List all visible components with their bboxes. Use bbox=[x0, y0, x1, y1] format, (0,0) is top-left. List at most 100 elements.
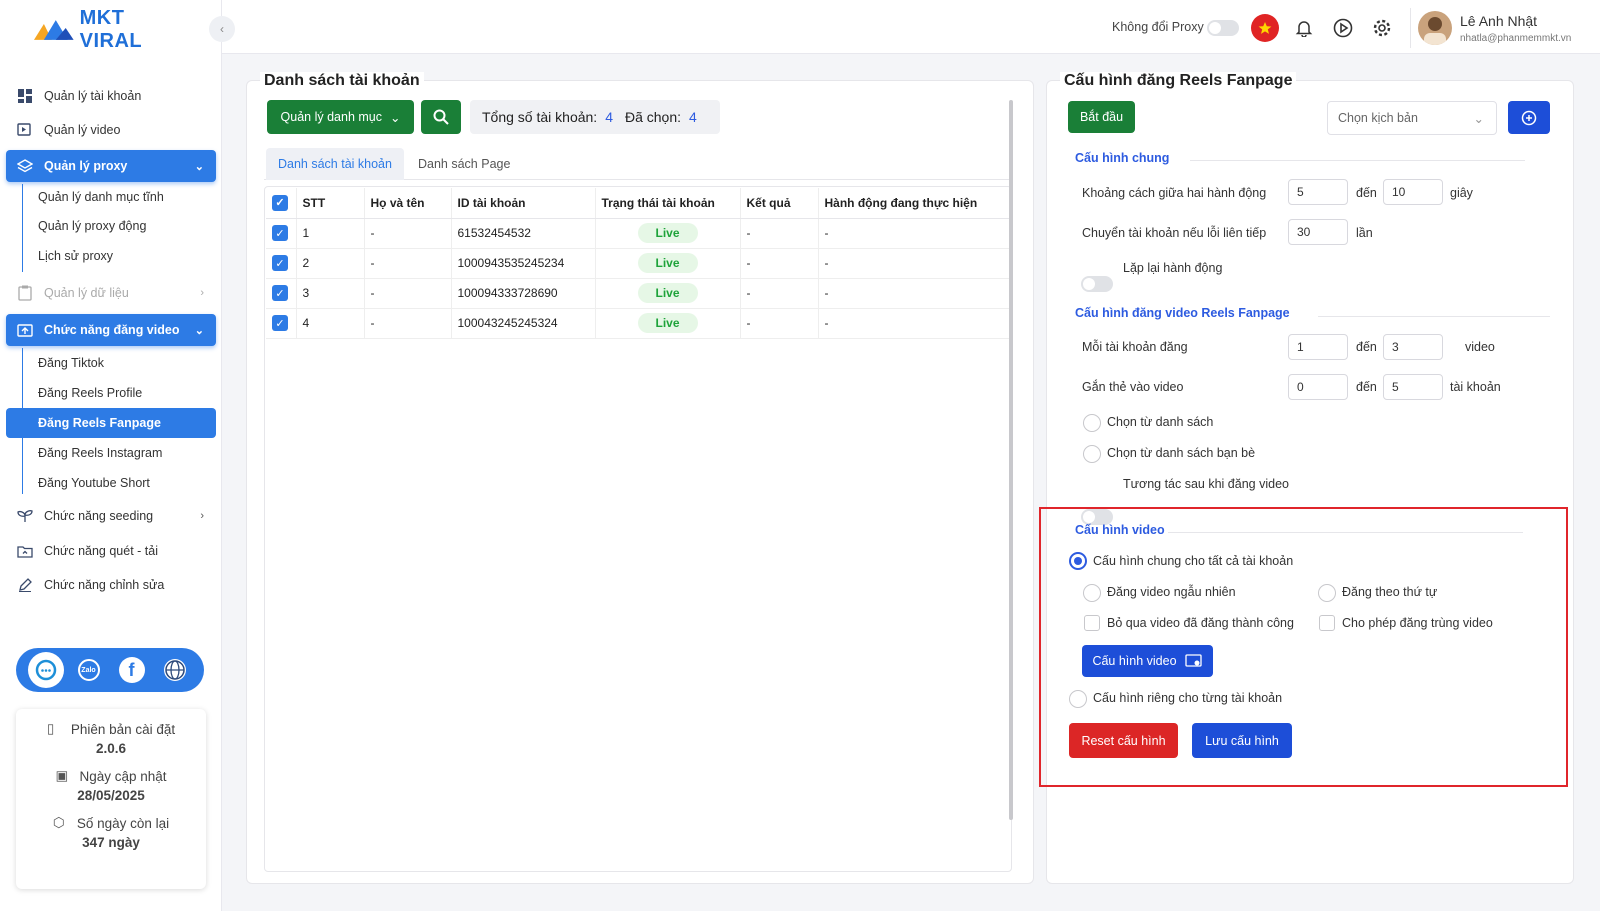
per-account-to-input[interactable] bbox=[1383, 334, 1443, 360]
row-checkbox[interactable]: ✓ bbox=[272, 315, 288, 331]
video-settings-icon bbox=[16, 121, 34, 139]
version-label: Phiên bản cài đặt bbox=[70, 721, 176, 737]
sidebar-item-accounts[interactable]: Quản lý tài khoản bbox=[6, 80, 216, 112]
select-all-checkbox[interactable]: ✓ bbox=[272, 194, 288, 211]
per-account-from-input[interactable] bbox=[1288, 334, 1348, 360]
cell-id: 61532454532 bbox=[451, 218, 596, 249]
skip-checkbox[interactable] bbox=[1084, 615, 1100, 631]
from-list-radio[interactable] bbox=[1083, 414, 1101, 432]
start-button[interactable]: Bắt đầu bbox=[1068, 101, 1135, 133]
switch-account-input[interactable] bbox=[1288, 219, 1348, 245]
zalo-icon[interactable]: Zalo bbox=[71, 652, 107, 688]
cell-id: 100043245245324 bbox=[451, 308, 596, 339]
script-select[interactable]: Chọn kịch bản ⌄ bbox=[1327, 101, 1497, 135]
all-accounts-radio[interactable] bbox=[1069, 552, 1087, 570]
column-header[interactable]: ID tài khoản bbox=[451, 188, 596, 219]
avatar[interactable] bbox=[1418, 11, 1452, 45]
bell-icon[interactable] bbox=[1290, 14, 1318, 42]
status-badge: Live bbox=[637, 283, 698, 303]
sidebar-item-label: Đăng Reels Instagram bbox=[38, 446, 163, 460]
sidebar-item-post-video[interactable]: Chức năng đăng video ⌄ bbox=[6, 314, 216, 346]
column-header[interactable]: Kết quả bbox=[740, 188, 819, 219]
vietnam-flag-icon[interactable] bbox=[1251, 14, 1279, 42]
column-header[interactable]: Hành động đang thực hiện bbox=[818, 188, 1010, 219]
status-badge: Live bbox=[637, 253, 698, 273]
collapse-sidebar-button[interactable]: ‹ bbox=[209, 16, 235, 42]
button-label: Lưu cấu hình bbox=[1205, 733, 1279, 748]
delay-to-input[interactable] bbox=[1383, 179, 1443, 205]
order-label: Đăng theo thứ tự bbox=[1342, 585, 1438, 599]
vertical-scrollbar[interactable] bbox=[1009, 100, 1013, 820]
sidebar-item-videos[interactable]: Quản lý video bbox=[6, 114, 216, 146]
add-script-button[interactable] bbox=[1508, 101, 1550, 134]
cell-action: - bbox=[818, 218, 1010, 249]
tab-account-list[interactable]: Danh sách tài khoản bbox=[266, 148, 404, 180]
sidebar-item-scan-download[interactable]: Chức năng quét - tải bbox=[6, 535, 216, 567]
cell-id: 1000943535245234 bbox=[451, 248, 596, 279]
sidebar-item-static-category[interactable]: Quản lý danh mục tĩnh bbox=[6, 182, 216, 212]
button-label: Reset cấu hình bbox=[1081, 733, 1166, 748]
gear-icon[interactable] bbox=[1368, 14, 1396, 42]
support-icon[interactable] bbox=[27, 652, 64, 688]
all-accounts-label: Cấu hình chung cho tất cả tài khoản bbox=[1093, 554, 1294, 568]
save-config-button[interactable]: Lưu cấu hình bbox=[1192, 723, 1292, 758]
from-friends-radio[interactable] bbox=[1083, 445, 1101, 463]
proxy-toggle[interactable] bbox=[1207, 20, 1239, 36]
table-row[interactable]: ✓ 4 - 100043245245324 Live - - bbox=[266, 308, 1010, 339]
tab-label: Danh sách Page bbox=[418, 157, 511, 171]
section-divider bbox=[1190, 160, 1525, 161]
allow-duplicate-checkbox[interactable] bbox=[1319, 615, 1335, 631]
column-header[interactable]: Trạng thái tài khoản bbox=[595, 188, 741, 219]
sidebar-item-proxy-history[interactable]: Lịch sử proxy bbox=[6, 241, 216, 271]
order-radio[interactable] bbox=[1318, 584, 1336, 602]
folder-upload-icon bbox=[16, 542, 34, 560]
play-circle-icon[interactable] bbox=[1329, 14, 1357, 42]
sidebar-item-label: Quản lý proxy động bbox=[38, 219, 147, 233]
status-badge: Live bbox=[637, 313, 698, 333]
column-header[interactable]: STT bbox=[296, 188, 365, 219]
table-row[interactable]: ✓ 3 - 100094333728690 Live - - bbox=[266, 278, 1010, 309]
sidebar-item-seeding[interactable]: Chức năng seeding › bbox=[6, 500, 216, 532]
sidebar-item-tiktok[interactable]: Đăng Tiktok bbox=[6, 348, 216, 378]
chevron-right-icon: › bbox=[200, 287, 204, 299]
sidebar-item-reels-instagram[interactable]: Đăng Reels Instagram bbox=[6, 438, 216, 468]
sidebar-item-reels-fanpage[interactable]: Đăng Reels Fanpage bbox=[6, 408, 216, 438]
sidebar-item-edit[interactable]: Chức năng chỉnh sửa bbox=[6, 569, 216, 601]
sidebar-item-label: Chức năng quét - tải bbox=[44, 544, 158, 558]
column-header[interactable]: Họ và tên bbox=[364, 188, 452, 219]
globe-icon[interactable] bbox=[157, 652, 193, 688]
table-row[interactable]: ✓ 1 - 61532454532 Live - - bbox=[266, 218, 1010, 249]
tag-from-input[interactable] bbox=[1288, 374, 1348, 400]
section-divider bbox=[1168, 532, 1523, 533]
random-radio[interactable] bbox=[1083, 584, 1101, 602]
search-button[interactable] bbox=[421, 100, 461, 134]
row-checkbox[interactable]: ✓ bbox=[272, 225, 288, 241]
category-manage-button[interactable]: Quản lý danh mục ⌄ bbox=[267, 100, 414, 134]
tab-label: Danh sách tài khoản bbox=[278, 157, 392, 171]
per-account-radio[interactable] bbox=[1069, 690, 1087, 708]
row-checkbox[interactable]: ✓ bbox=[272, 285, 288, 301]
reset-config-button[interactable]: Reset cấu hình bbox=[1069, 723, 1178, 758]
repeat-toggle[interactable] bbox=[1081, 276, 1113, 292]
tag-to-input[interactable] bbox=[1383, 374, 1443, 400]
update-label: Ngày cập nhật bbox=[79, 768, 167, 784]
sidebar-item-youtube-short[interactable]: Đăng Youtube Short bbox=[6, 468, 216, 498]
row-checkbox[interactable]: ✓ bbox=[272, 255, 288, 271]
to-label: đến bbox=[1356, 340, 1377, 354]
switch-account-label: Chuyển tài khoản nếu lỗi liên tiếp bbox=[1082, 226, 1267, 240]
sidebar-item-reels-profile[interactable]: Đăng Reels Profile bbox=[6, 378, 216, 408]
sidebar-item-label: Chức năng seeding bbox=[44, 509, 154, 523]
button-label: Cấu hình video bbox=[1092, 654, 1177, 668]
facebook-icon[interactable]: f bbox=[114, 652, 150, 688]
sidebar-item-data[interactable]: Quản lý dữ liệu › bbox=[6, 277, 216, 309]
sidebar-item-label: Chức năng chỉnh sửa bbox=[44, 578, 165, 592]
delay-from-input[interactable] bbox=[1288, 179, 1348, 205]
delay-unit: giây bbox=[1450, 186, 1473, 200]
cell-name: - bbox=[364, 278, 452, 309]
sidebar-item-dynamic-proxy[interactable]: Quản lý proxy động bbox=[6, 211, 216, 241]
from-friends-label: Chọn từ danh sách bạn bè bbox=[1107, 446, 1256, 460]
tab-page-list[interactable]: Danh sách Page bbox=[406, 148, 522, 180]
video-config-button[interactable]: Cấu hình video bbox=[1082, 645, 1213, 677]
table-row[interactable]: ✓ 2 - 1000943535245234 Live - - bbox=[266, 248, 1010, 279]
sidebar-item-proxy[interactable]: Quản lý proxy ⌄ bbox=[6, 150, 216, 182]
